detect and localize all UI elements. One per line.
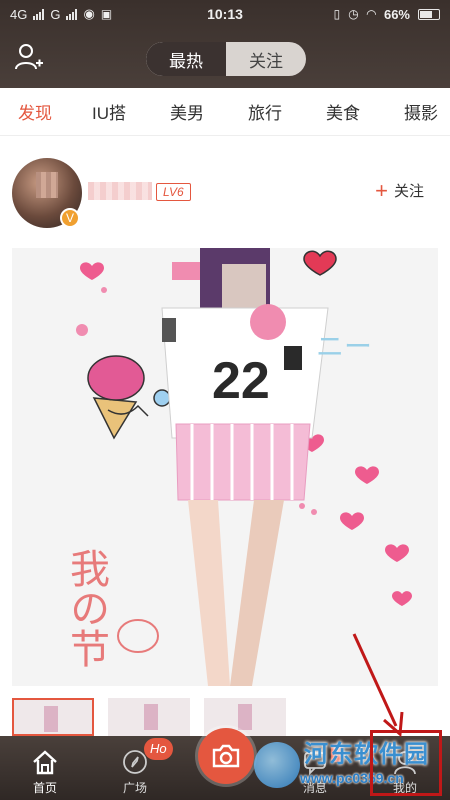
message-icon xyxy=(304,752,326,775)
message-badge xyxy=(331,744,341,762)
feed-switcher: 最热 关注 xyxy=(146,42,306,76)
avatar-mosaic xyxy=(36,172,58,198)
heart-doodle xyxy=(385,544,409,562)
jersey-number: 22 xyxy=(212,352,270,410)
tab-home[interactable]: 首页 xyxy=(0,736,90,800)
top-bar: 4G G ◉ ▣ 10:13 ▯ ◷ ◠ 66% 最热 关注 xyxy=(0,0,450,88)
tab-home-label: 首页 xyxy=(32,781,57,795)
follow-button[interactable]: + 关注 xyxy=(375,177,424,203)
camera-button[interactable] xyxy=(198,728,254,784)
heart-doodle xyxy=(80,262,104,280)
tab-hot[interactable]: 最热 xyxy=(146,42,226,76)
handwriting-text: 我の节 xyxy=(63,548,109,668)
category-nav: 发现 IU搭 美男 旅行 美食 摄影 xyxy=(0,88,450,136)
heart-doodle xyxy=(355,466,379,484)
thumbnail-2[interactable] xyxy=(108,698,190,736)
heart-doodle xyxy=(340,512,364,530)
heart-doodle xyxy=(303,250,337,276)
category-discover[interactable]: 发现 xyxy=(0,99,70,124)
svg-text:ニー: ニー xyxy=(316,330,372,363)
clock: 10:13 xyxy=(207,6,243,22)
category-photography[interactable]: 摄影 xyxy=(382,99,450,124)
status-bar: 4G G ◉ ▣ 10:13 ▯ ◷ ◠ 66% xyxy=(0,0,450,28)
home-icon xyxy=(33,750,57,775)
username-blurred[interactable] xyxy=(88,182,152,200)
battery-icon xyxy=(418,8,440,20)
hot-badge: Ho xyxy=(144,738,173,760)
plus-icon: + xyxy=(375,177,388,203)
photo-illustration: 22 我の节 ニー xyxy=(63,248,412,686)
heart-doodle xyxy=(392,591,412,606)
header: 最热 关注 xyxy=(0,28,450,88)
verified-badge: V xyxy=(60,208,80,228)
post-photo[interactable]: 22 我の节 ニー xyxy=(12,248,438,686)
category-handsome[interactable]: 美男 xyxy=(148,99,226,124)
add-user-icon[interactable] xyxy=(14,42,44,72)
tab-messages-label: 消息 xyxy=(302,781,327,795)
follow-label: 关注 xyxy=(393,183,424,200)
camera-icon xyxy=(212,744,240,768)
category-travel[interactable]: 旅行 xyxy=(226,99,304,124)
annotation-highlight-box xyxy=(370,730,442,796)
tab-square-label: 广场 xyxy=(122,781,147,795)
annotation-arrow xyxy=(352,633,404,738)
post-header: V LV6 + 关注 xyxy=(0,152,450,236)
tab-messages[interactable]: 消息 xyxy=(270,736,360,800)
tab-following[interactable]: 关注 xyxy=(226,42,306,76)
thumbnail-1[interactable] xyxy=(12,698,94,736)
category-food[interactable]: 美食 xyxy=(304,99,382,124)
category-iu[interactable]: IU搭 xyxy=(70,99,148,124)
level-badge: LV6 xyxy=(156,183,191,201)
